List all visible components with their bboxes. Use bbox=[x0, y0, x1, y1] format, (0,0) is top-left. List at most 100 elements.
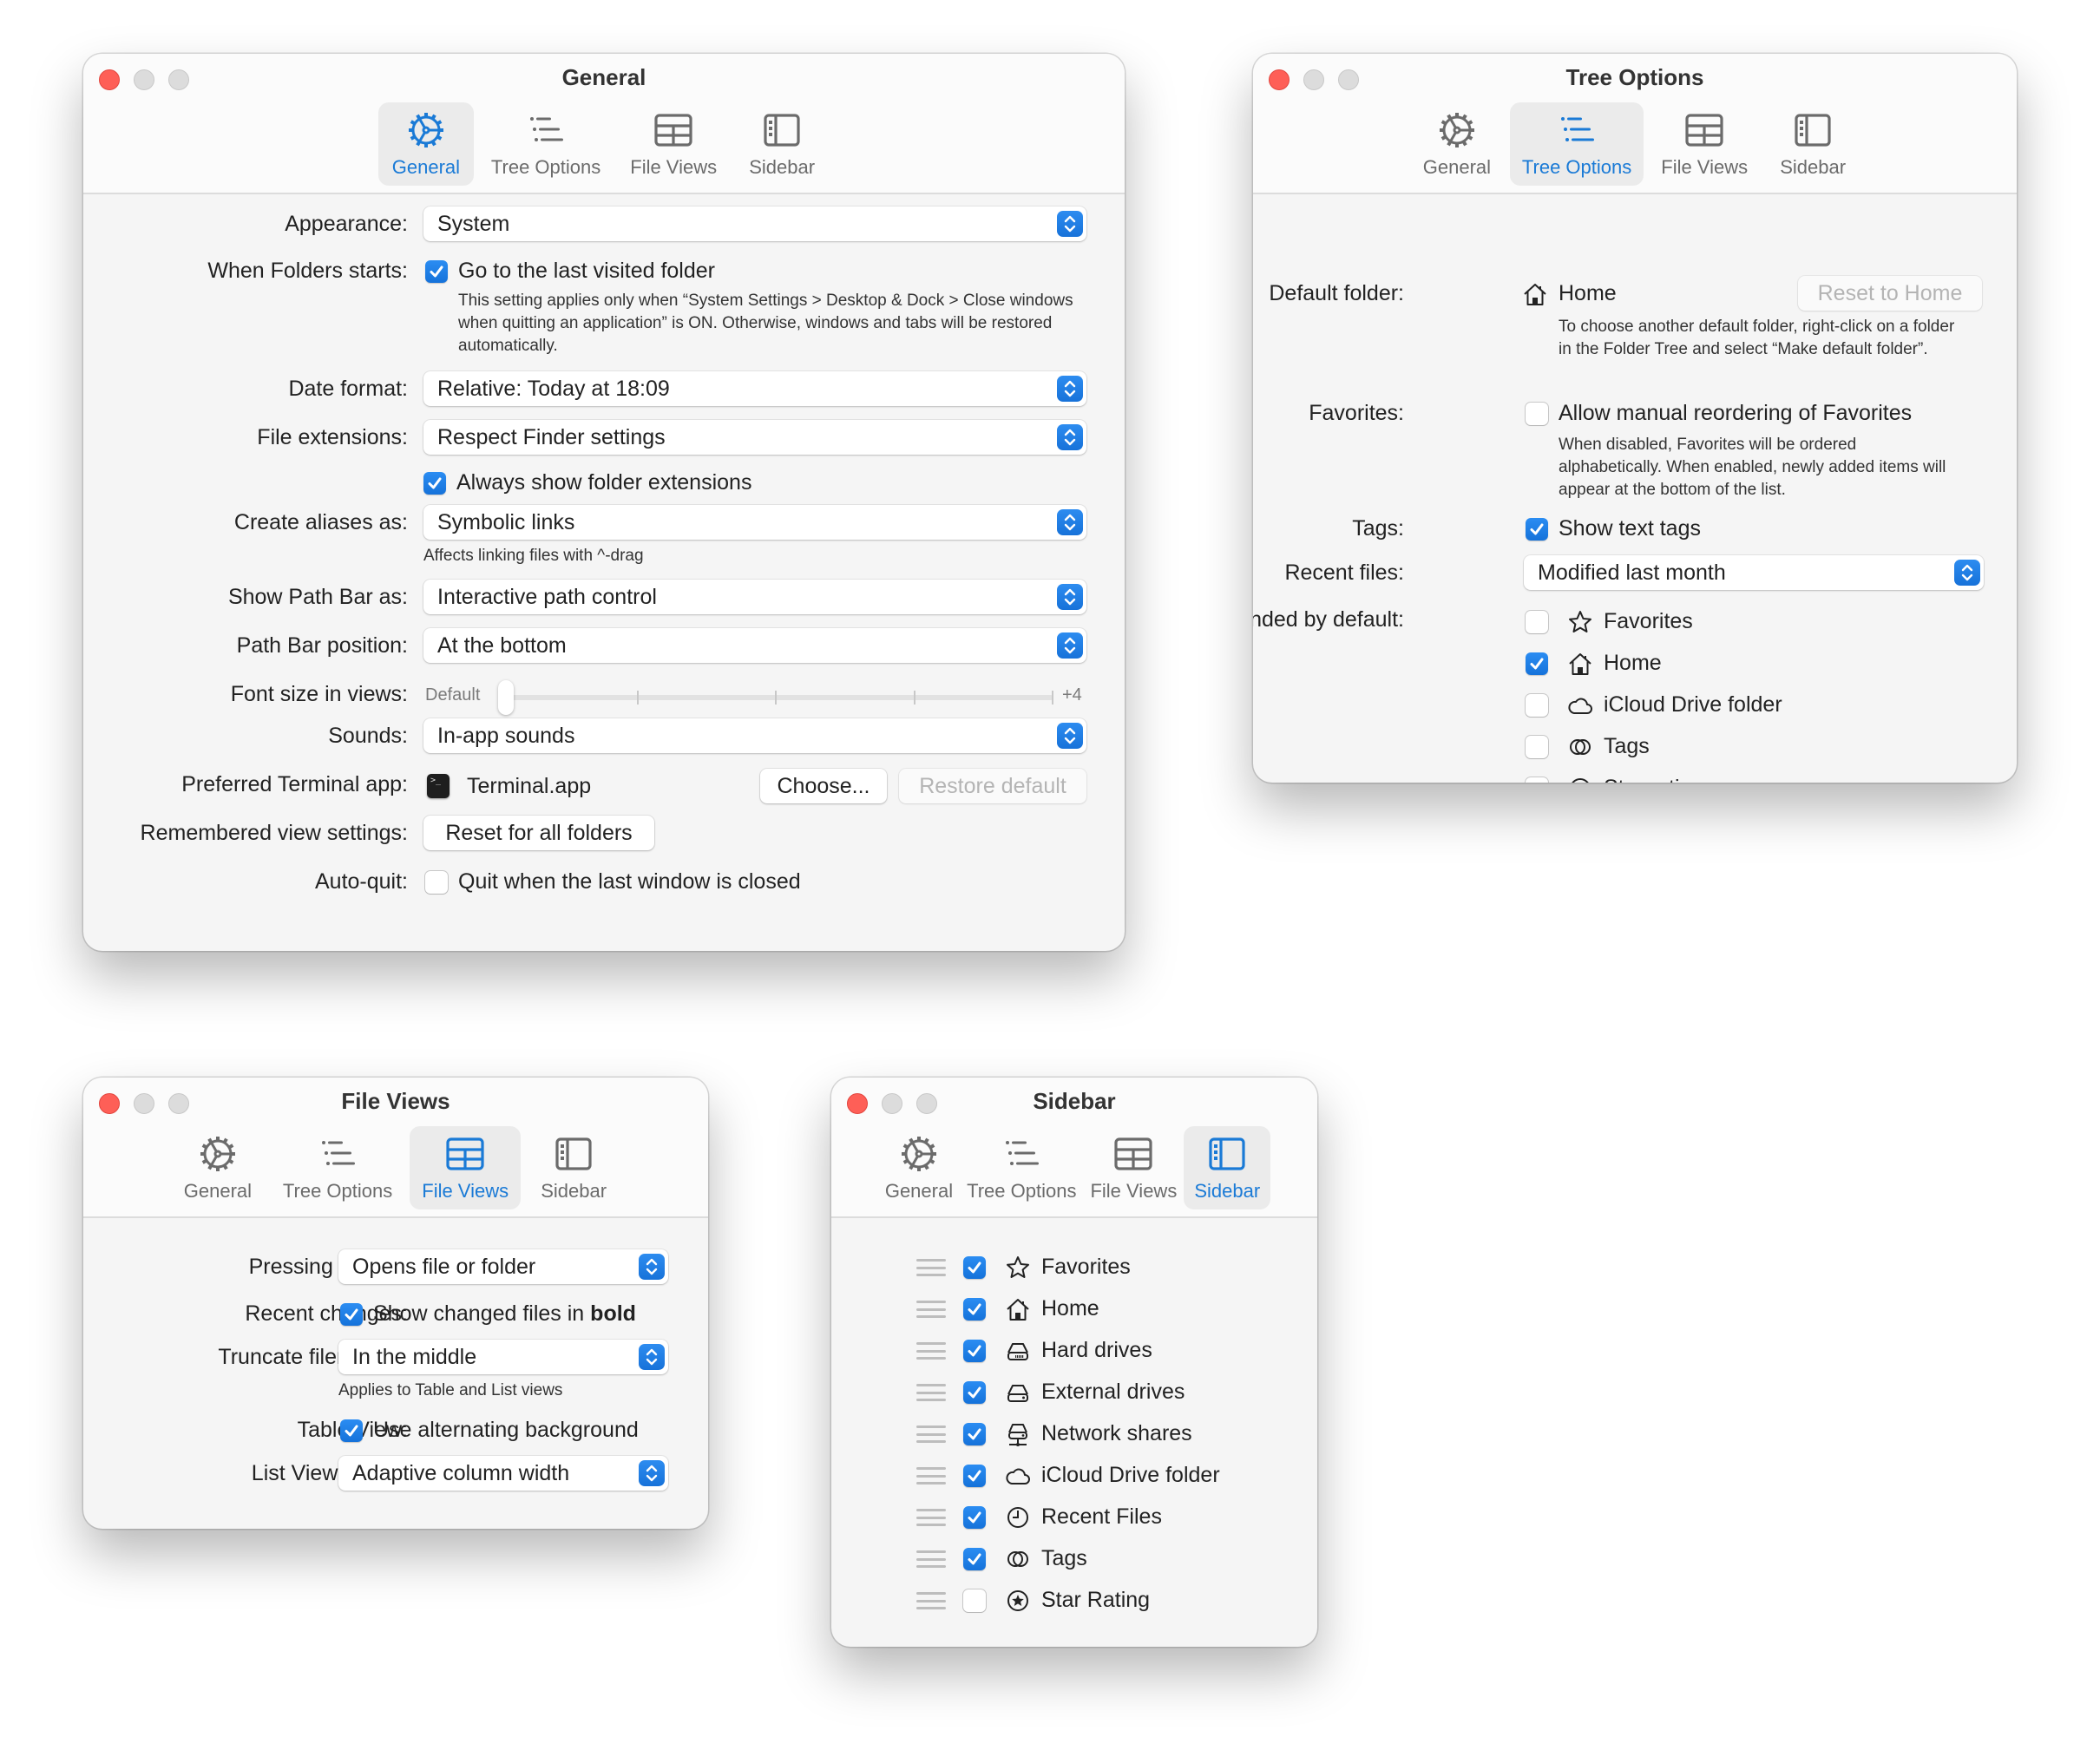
folder-extensions-checkbox[interactable] bbox=[423, 472, 446, 495]
terminal-app-icon: >_ bbox=[427, 774, 450, 798]
drag-handle-icon[interactable] bbox=[916, 1301, 946, 1318]
path-bar-position-label: Path Bar position: bbox=[236, 633, 408, 658]
home-icon bbox=[1005, 1296, 1031, 1322]
home-icon bbox=[1567, 651, 1593, 677]
sounds-label: Sounds: bbox=[328, 724, 408, 748]
drag-handle-icon[interactable] bbox=[916, 1592, 946, 1609]
tab-general[interactable]: General bbox=[377, 102, 474, 186]
clock-icon bbox=[1005, 1504, 1031, 1530]
changed-bold-label: Show changed files in bold bbox=[373, 1301, 636, 1327]
item-checkbox[interactable] bbox=[963, 1298, 986, 1321]
font-size-label: Font size in views: bbox=[230, 682, 408, 706]
recent-files-popup[interactable]: Modified last month bbox=[1524, 555, 1984, 590]
chevron-updown-icon bbox=[1057, 632, 1083, 659]
pressing-return-popup[interactable]: Opens file or folder bbox=[338, 1249, 668, 1284]
tab-file-views[interactable]: File Views bbox=[1649, 102, 1760, 186]
item-checkbox[interactable] bbox=[1526, 611, 1548, 633]
choose-button[interactable]: Choose... bbox=[760, 769, 887, 803]
drag-handle-icon[interactable] bbox=[916, 1259, 946, 1276]
item-checkbox[interactable] bbox=[963, 1340, 986, 1362]
item-checkbox[interactable] bbox=[963, 1506, 986, 1529]
appearance-popup[interactable]: System bbox=[423, 206, 1086, 241]
reset-all-folders-button[interactable]: Reset for all folders bbox=[423, 816, 654, 850]
sounds-popup[interactable]: In-app sounds bbox=[423, 718, 1086, 753]
tab-tree-options[interactable]: Tree Options bbox=[1509, 102, 1644, 186]
tags-icon bbox=[1005, 1546, 1031, 1572]
item-checkbox[interactable] bbox=[963, 1256, 986, 1279]
slider-tick bbox=[913, 691, 915, 705]
item-checkbox[interactable] bbox=[963, 1423, 986, 1445]
tab-sidebar[interactable]: Sidebar bbox=[1184, 1126, 1271, 1209]
tab-label: File Views bbox=[422, 1180, 509, 1202]
drag-handle-icon[interactable] bbox=[916, 1550, 946, 1568]
truncate-popup[interactable]: In the middle bbox=[338, 1340, 668, 1374]
chevron-updown-icon bbox=[1057, 509, 1083, 535]
item-checkbox[interactable] bbox=[1526, 736, 1548, 758]
remembered-label: Remembered view settings: bbox=[140, 821, 408, 845]
tab-label: File Views bbox=[1661, 156, 1749, 178]
item-checkbox[interactable] bbox=[963, 1381, 986, 1404]
sidebar-item-label: Network shares bbox=[1041, 1421, 1192, 1445]
auto-quit-checkbox[interactable] bbox=[425, 871, 448, 894]
drag-handle-icon[interactable] bbox=[916, 1425, 946, 1443]
drag-handle-icon[interactable] bbox=[916, 1467, 946, 1484]
expanded-item-label: Home bbox=[1604, 651, 1662, 675]
tab-sidebar[interactable]: Sidebar bbox=[734, 102, 830, 186]
slider-knob[interactable] bbox=[498, 680, 514, 715]
tab-general[interactable]: General bbox=[170, 1126, 266, 1209]
chevron-updown-icon bbox=[1057, 723, 1083, 749]
alternating-bg-checkbox[interactable] bbox=[340, 1419, 363, 1442]
tab-file-views[interactable]: File Views bbox=[618, 102, 729, 186]
popup-value: At the bottom bbox=[437, 632, 567, 658]
slider-tick bbox=[636, 691, 639, 705]
reset-to-home-button[interactable]: Reset to Home bbox=[1798, 276, 1982, 311]
drag-handle-icon[interactable] bbox=[916, 1509, 946, 1526]
sidebar-window: Sidebar General Tree Options File Views … bbox=[831, 1078, 1317, 1647]
tab-tree-options[interactable]: Tree Options bbox=[960, 1126, 1083, 1209]
restore-default-button[interactable]: Restore default bbox=[899, 769, 1086, 803]
checkmark-icon bbox=[427, 475, 443, 491]
tab-tree-options[interactable]: Tree Options bbox=[271, 1126, 404, 1209]
tab-file-views[interactable]: File Views bbox=[1083, 1126, 1184, 1209]
create-aliases-popup[interactable]: Symbolic links bbox=[423, 505, 1086, 540]
item-checkbox[interactable] bbox=[1526, 652, 1548, 675]
path-bar-position-popup[interactable]: At the bottom bbox=[423, 628, 1086, 663]
item-checkbox[interactable] bbox=[1526, 694, 1548, 717]
expanded-item-label: Star ratings bbox=[1604, 776, 1715, 783]
path-bar-popup[interactable]: Interactive path control bbox=[423, 580, 1086, 614]
list-icon bbox=[1556, 109, 1598, 151]
tags-label: Tags: bbox=[1352, 516, 1404, 541]
show-text-tags-checkbox[interactable] bbox=[1526, 518, 1548, 541]
item-checkbox[interactable] bbox=[963, 1465, 986, 1487]
item-checkbox[interactable] bbox=[963, 1548, 986, 1570]
last-folder-checkbox[interactable] bbox=[425, 260, 448, 283]
drag-handle-icon[interactable] bbox=[916, 1342, 946, 1360]
create-aliases-label: Create aliases as: bbox=[233, 510, 408, 534]
auto-quit-text: Quit when the last window is closed bbox=[458, 869, 801, 894]
tab-tree-options[interactable]: Tree Options bbox=[479, 102, 613, 186]
item-checkbox[interactable] bbox=[1526, 777, 1548, 783]
drag-handle-icon[interactable] bbox=[916, 1384, 946, 1401]
chevron-updown-icon bbox=[1057, 424, 1083, 450]
list-layout-popup[interactable]: Adaptive column width bbox=[338, 1456, 668, 1491]
tab-sidebar[interactable]: Sidebar bbox=[1765, 102, 1860, 186]
tab-label: Sidebar bbox=[1194, 1180, 1261, 1202]
item-checkbox[interactable] bbox=[963, 1589, 986, 1612]
date-format-popup[interactable]: Relative: Today at 18:09 bbox=[423, 371, 1086, 406]
checkmark-icon bbox=[967, 1385, 982, 1400]
network-drive-icon bbox=[1005, 1421, 1031, 1447]
tab-sidebar[interactable]: Sidebar bbox=[526, 1126, 621, 1209]
tab-general[interactable]: General bbox=[878, 1126, 960, 1209]
tab-general[interactable]: General bbox=[1409, 102, 1505, 186]
font-size-slider[interactable] bbox=[498, 680, 1053, 715]
favorites-reorder-checkbox[interactable] bbox=[1526, 403, 1548, 425]
changed-bold-checkbox[interactable] bbox=[340, 1303, 363, 1326]
popup-value: Relative: Today at 18:09 bbox=[437, 376, 670, 401]
tab-label: Sidebar bbox=[541, 1180, 607, 1202]
tab-file-views[interactable]: File Views bbox=[410, 1126, 522, 1209]
sidebar-item-label: Home bbox=[1041, 1296, 1099, 1321]
tab-label: General bbox=[884, 1180, 954, 1202]
expanded-item-label: Tags bbox=[1604, 734, 1650, 758]
sidebar-icon bbox=[761, 109, 803, 151]
file-extensions-popup[interactable]: Respect Finder settings bbox=[423, 420, 1086, 455]
